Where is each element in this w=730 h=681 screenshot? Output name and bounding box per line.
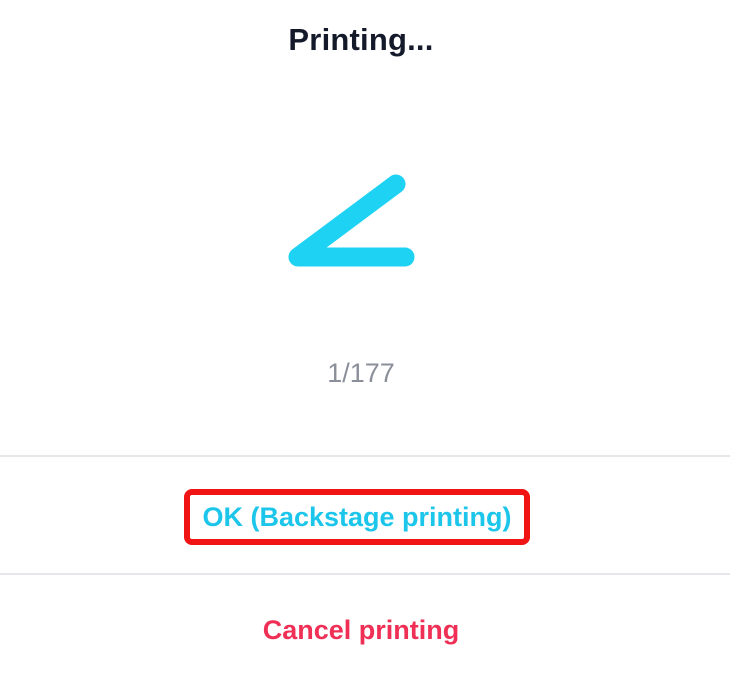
dialog-title: Printing... <box>288 22 434 57</box>
progress-counter: 1/177 <box>327 358 395 388</box>
loading-spinner-icon <box>288 174 415 267</box>
divider <box>0 455 730 457</box>
printing-dialog: Printing... 1/177 OK (Backstage printing… <box>0 0 730 681</box>
ok-backstage-printing-button[interactable]: OK (Backstage printing) <box>184 489 530 545</box>
cancel-printing-button[interactable]: Cancel printing <box>0 615 722 646</box>
ok-backstage-printing-label: OK (Backstage printing) <box>202 501 512 532</box>
divider <box>0 573 730 575</box>
